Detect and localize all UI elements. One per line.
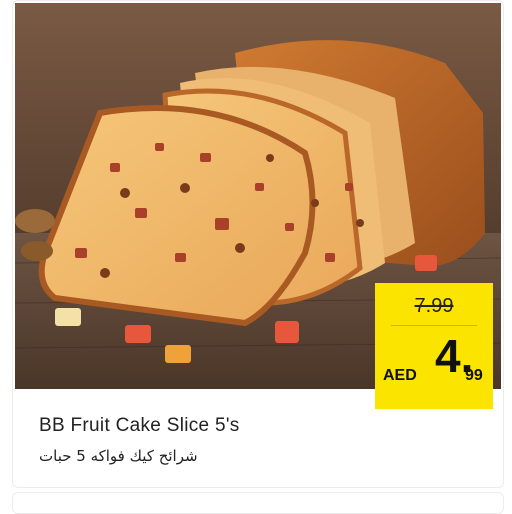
next-product-card[interactable] [12,492,504,514]
product-title-en[interactable]: BB Fruit Cake Slice 5's [39,415,240,437]
price-tag: 7.99 AED 4. 99 [375,283,493,409]
currency-label: AED [383,367,417,384]
old-price: 7.99 [414,295,454,317]
price-divider [391,325,477,326]
new-price-decimal: 99 [465,367,483,384]
product-card[interactable]: 7.99 AED 4. 99 BB Fruit Cake Slice 5's ش… [12,0,504,488]
product-title-ar[interactable]: شرائح كيك فواكه 5 حبات [39,447,229,465]
